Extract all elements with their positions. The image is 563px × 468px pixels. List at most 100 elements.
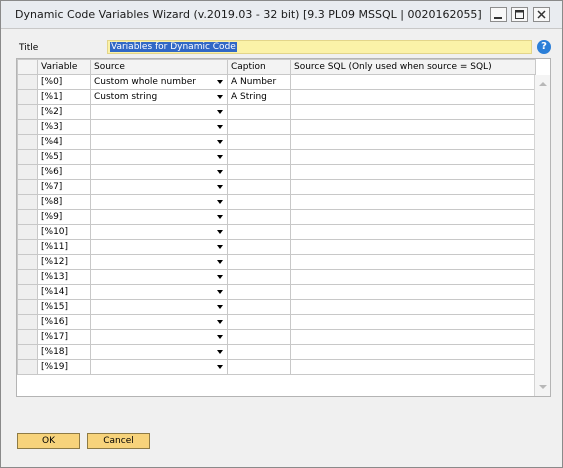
- dropdown-arrow-icon[interactable]: [217, 290, 223, 294]
- source-dropdown[interactable]: [90, 284, 228, 300]
- source-dropdown[interactable]: [90, 254, 228, 270]
- row-header[interactable]: [17, 284, 38, 300]
- source-sql-cell[interactable]: [290, 134, 536, 150]
- column-header-caption[interactable]: Caption: [227, 59, 291, 75]
- row-header[interactable]: [17, 89, 38, 105]
- dropdown-arrow-icon[interactable]: [217, 125, 223, 129]
- caption-cell[interactable]: [227, 149, 291, 165]
- minimize-button[interactable]: [490, 7, 507, 22]
- source-dropdown[interactable]: [90, 134, 228, 150]
- table-row[interactable]: [%4]: [17, 134, 536, 150]
- source-sql-cell[interactable]: [290, 89, 536, 105]
- source-dropdown[interactable]: [90, 179, 228, 195]
- table-row[interactable]: [%17]: [17, 329, 536, 345]
- title-input[interactable]: Variables for Dynamic Code: [107, 40, 532, 54]
- table-row[interactable]: [%9]: [17, 209, 536, 225]
- row-header[interactable]: [17, 314, 38, 330]
- row-header[interactable]: [17, 119, 38, 135]
- source-sql-cell[interactable]: [290, 74, 536, 90]
- table-row[interactable]: [%2]: [17, 104, 536, 120]
- table-row[interactable]: [%15]: [17, 299, 536, 315]
- source-dropdown[interactable]: [90, 269, 228, 285]
- source-dropdown[interactable]: Custom string: [90, 89, 228, 105]
- source-dropdown[interactable]: [90, 104, 228, 120]
- caption-cell[interactable]: [227, 269, 291, 285]
- dropdown-arrow-icon[interactable]: [217, 320, 223, 324]
- caption-cell[interactable]: [227, 104, 291, 120]
- source-sql-cell[interactable]: [290, 254, 536, 270]
- caption-cell[interactable]: [227, 194, 291, 210]
- table-row[interactable]: [%19]: [17, 359, 536, 375]
- vertical-scrollbar[interactable]: [534, 75, 550, 396]
- row-header[interactable]: [17, 134, 38, 150]
- caption-cell[interactable]: [227, 299, 291, 315]
- title-bar[interactable]: Dynamic Code Variables Wizard (v.2019.03…: [1, 1, 562, 29]
- source-dropdown[interactable]: [90, 224, 228, 240]
- source-sql-cell[interactable]: [290, 119, 536, 135]
- caption-cell[interactable]: [227, 179, 291, 195]
- source-sql-cell[interactable]: [290, 359, 536, 375]
- table-row[interactable]: [%14]: [17, 284, 536, 300]
- table-row[interactable]: [%11]: [17, 239, 536, 255]
- dropdown-arrow-icon[interactable]: [217, 365, 223, 369]
- caption-cell[interactable]: [227, 359, 291, 375]
- row-header[interactable]: [17, 299, 38, 315]
- table-row[interactable]: [%10]: [17, 224, 536, 240]
- dropdown-arrow-icon[interactable]: [217, 170, 223, 174]
- dropdown-arrow-icon[interactable]: [217, 260, 223, 264]
- dropdown-arrow-icon[interactable]: [217, 95, 223, 99]
- table-row[interactable]: [%8]: [17, 194, 536, 210]
- help-icon[interactable]: ?: [537, 40, 551, 54]
- caption-cell[interactable]: [227, 329, 291, 345]
- caption-cell[interactable]: A Number: [227, 74, 291, 90]
- row-header[interactable]: [17, 224, 38, 240]
- table-row[interactable]: [%16]: [17, 314, 536, 330]
- dropdown-arrow-icon[interactable]: [217, 185, 223, 189]
- source-sql-cell[interactable]: [290, 314, 536, 330]
- row-header[interactable]: [17, 344, 38, 360]
- source-dropdown[interactable]: [90, 314, 228, 330]
- source-sql-cell[interactable]: [290, 164, 536, 180]
- dropdown-arrow-icon[interactable]: [217, 200, 223, 204]
- dropdown-arrow-icon[interactable]: [217, 110, 223, 114]
- caption-cell[interactable]: [227, 344, 291, 360]
- caption-cell[interactable]: [227, 134, 291, 150]
- close-button[interactable]: [533, 7, 550, 22]
- dropdown-arrow-icon[interactable]: [217, 80, 223, 84]
- source-sql-cell[interactable]: [290, 224, 536, 240]
- column-header-variable[interactable]: Variable: [37, 59, 91, 75]
- table-row[interactable]: [%1] Custom string A String: [17, 89, 536, 105]
- row-header[interactable]: [17, 74, 38, 90]
- source-sql-cell[interactable]: [290, 284, 536, 300]
- dropdown-arrow-icon[interactable]: [217, 245, 223, 249]
- row-header[interactable]: [17, 149, 38, 165]
- column-header-source[interactable]: Source: [90, 59, 228, 75]
- row-header[interactable]: [17, 164, 38, 180]
- source-dropdown[interactable]: [90, 239, 228, 255]
- dropdown-arrow-icon[interactable]: [217, 230, 223, 234]
- caption-cell[interactable]: [227, 164, 291, 180]
- table-row[interactable]: [%12]: [17, 254, 536, 270]
- source-sql-cell[interactable]: [290, 344, 536, 360]
- scroll-up-arrow-icon[interactable]: [539, 82, 547, 86]
- table-row[interactable]: [%13]: [17, 269, 536, 285]
- source-dropdown[interactable]: [90, 194, 228, 210]
- row-header[interactable]: [17, 209, 38, 225]
- source-dropdown[interactable]: [90, 344, 228, 360]
- ok-button[interactable]: OK: [17, 433, 80, 449]
- scroll-down-arrow-icon[interactable]: [539, 385, 547, 389]
- row-header[interactable]: [17, 269, 38, 285]
- row-header[interactable]: [17, 179, 38, 195]
- source-dropdown[interactable]: [90, 359, 228, 375]
- caption-cell[interactable]: [227, 314, 291, 330]
- source-sql-cell[interactable]: [290, 149, 536, 165]
- source-sql-cell[interactable]: [290, 329, 536, 345]
- dropdown-arrow-icon[interactable]: [217, 350, 223, 354]
- dropdown-arrow-icon[interactable]: [217, 215, 223, 219]
- source-dropdown[interactable]: [90, 149, 228, 165]
- source-sql-cell[interactable]: [290, 209, 536, 225]
- source-sql-cell[interactable]: [290, 239, 536, 255]
- cancel-button[interactable]: Cancel: [87, 433, 150, 449]
- source-dropdown[interactable]: Custom whole number: [90, 74, 228, 90]
- dropdown-arrow-icon[interactable]: [217, 275, 223, 279]
